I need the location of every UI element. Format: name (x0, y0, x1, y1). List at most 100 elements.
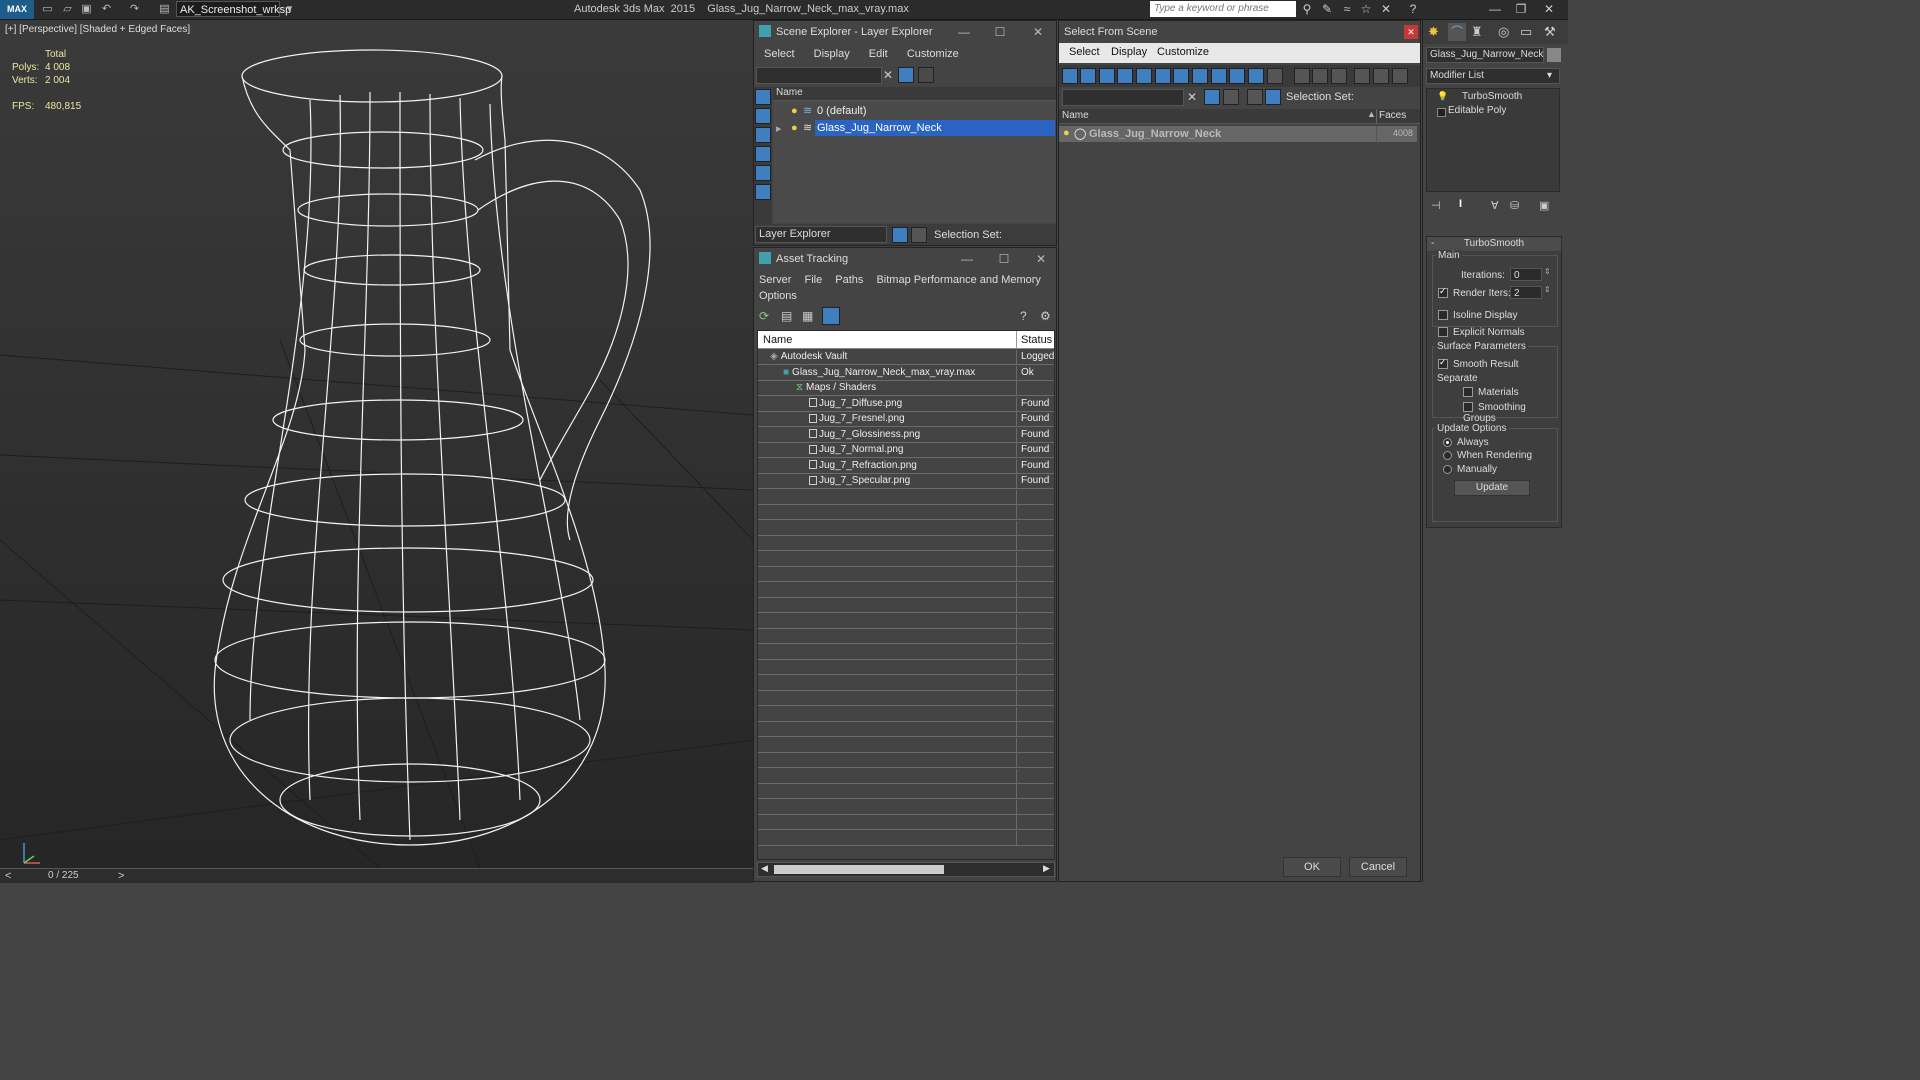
menu-select[interactable]: Select (764, 48, 795, 60)
table-row[interactable] (758, 567, 1054, 582)
motion-tab-icon[interactable]: ◎ (1498, 24, 1509, 40)
table-row[interactable] (758, 644, 1054, 660)
remove-modifier-icon[interactable]: ⛁ (1510, 199, 1519, 212)
scene-object-row[interactable]: ● ◯ Glass_Jug_Narrow_Neck 4008 (1059, 126, 1417, 142)
rollout-header[interactable]: - TurboSmooth (1427, 237, 1561, 251)
menu-display[interactable]: Display (1111, 46, 1147, 58)
lightbulb-icon[interactable]: ● (1063, 127, 1070, 139)
sort-icon[interactable] (1373, 68, 1389, 84)
table-row[interactable] (758, 722, 1054, 737)
time-slider[interactable]: < 0 / 225 > (0, 868, 753, 883)
maximize-icon[interactable]: ☐ (990, 21, 1010, 43)
layer-options-icon[interactable] (918, 67, 934, 83)
expand-all-icon[interactable] (1294, 68, 1310, 84)
hierarchy-mode-icon[interactable] (1265, 89, 1281, 105)
object-color-swatch[interactable] (1547, 48, 1561, 62)
ok-button[interactable]: OK (1283, 857, 1341, 877)
menu-server[interactable]: Server (759, 274, 791, 286)
spinner-arrows-icon[interactable]: ⇕ (1544, 285, 1551, 294)
display-lights-icon[interactable] (755, 127, 771, 143)
columns-icon[interactable] (1331, 68, 1347, 84)
table-row[interactable] (758, 536, 1054, 551)
table-row[interactable] (758, 629, 1054, 644)
modify-tab-icon[interactable]: ⌒ (1448, 23, 1466, 41)
display-xrefs-icon[interactable] (1248, 68, 1264, 84)
utilities-tab-icon[interactable]: ⚒ (1544, 24, 1556, 40)
render-iters-spinner[interactable]: 2 (1510, 286, 1542, 299)
layer-mode-icon[interactable] (1247, 89, 1263, 105)
clear-search-icon[interactable]: ✕ (1187, 90, 1197, 104)
filter-icon[interactable] (898, 67, 914, 83)
layer-row[interactable]: ● ≋ 0 (default) (773, 103, 1056, 119)
collapse-box-icon[interactable] (1437, 108, 1446, 117)
table-row[interactable] (758, 706, 1054, 722)
stack-item-turbosmooth[interactable]: 💡 TurboSmooth (1427, 91, 1559, 104)
col-name-header[interactable]: Name (1062, 110, 1089, 121)
table-row[interactable]: Jug_7_Fresnel.png Found (758, 412, 1054, 427)
create-tab-icon[interactable]: ✸ (1428, 24, 1439, 40)
dropdown-arrow-icon[interactable]: ▾ (1547, 69, 1552, 83)
menu-paths[interactable]: Paths (835, 274, 863, 286)
tools-icon[interactable]: ✎ (1319, 2, 1335, 17)
table-row[interactable] (758, 784, 1054, 799)
app-logo[interactable]: MAX (0, 0, 34, 19)
update-button[interactable]: Update (1454, 480, 1530, 496)
display-shapes-icon[interactable] (1136, 68, 1152, 84)
modifier-list-dropdown[interactable]: Modifier List ▾ (1426, 68, 1560, 84)
close-icon[interactable]: ✕ (1028, 21, 1048, 43)
menu-options[interactable]: Options (759, 290, 797, 302)
cancel-button[interactable]: Cancel (1349, 857, 1407, 877)
table-row[interactable] (758, 489, 1054, 505)
table-row[interactable] (758, 520, 1054, 536)
col-name-header[interactable]: Name (763, 334, 792, 346)
table-row[interactable] (758, 768, 1054, 784)
materials-checkbox[interactable]: Materials (1463, 387, 1519, 398)
table-row[interactable] (758, 737, 1054, 753)
hierarchy-icon[interactable] (911, 227, 927, 243)
collapse-all-icon[interactable] (1312, 68, 1328, 84)
find-options-icon[interactable] (1223, 89, 1239, 105)
binoculars-icon[interactable]: ⚲ (1299, 2, 1315, 17)
perspective-viewport[interactable]: [+] [Perspective] [Shaded + Edged Faces]… (0, 20, 753, 868)
explicit-normals-checkbox[interactable]: Explicit Normals (1438, 327, 1525, 338)
menu-bitmap-performance[interactable]: Bitmap Performance and Memory (876, 274, 1040, 286)
table-row[interactable] (758, 753, 1054, 768)
when-rendering-radio[interactable]: When Rendering (1443, 450, 1532, 461)
table-row[interactable] (758, 675, 1054, 691)
menu-customize[interactable]: Customize (907, 48, 959, 60)
maximize-icon[interactable]: ☐ (994, 248, 1014, 270)
viewport-label[interactable]: [+] [Perspective] [Shaded + Edged Faces] (5, 24, 190, 35)
close-icon[interactable]: ✕ (1031, 248, 1051, 270)
layer-row-selected[interactable]: ▸ ● ≋ Glass_Jug_Narrow_Neck (773, 120, 1056, 136)
table-row[interactable] (758, 582, 1054, 598)
scroll-right-icon[interactable]: ▶ (1043, 863, 1050, 874)
menu-customize[interactable]: Customize (1157, 46, 1209, 58)
layer-toggle-icon[interactable] (892, 227, 908, 243)
hierarchy-tab-icon[interactable]: ♜ (1471, 24, 1483, 40)
favorites-star-icon[interactable]: ☆ (1358, 2, 1374, 17)
next-frame-button[interactable]: > (118, 870, 124, 882)
clear-search-icon[interactable]: ✕ (883, 68, 893, 82)
table-row[interactable]: Jug_7_Refraction.png Found (758, 458, 1054, 474)
new-file-icon[interactable]: ▭ (40, 2, 55, 17)
options-icon[interactable] (1392, 68, 1408, 84)
table-row[interactable]: Jug_7_Diffuse.png Found (758, 396, 1054, 412)
table-row[interactable]: ■ Glass_Jug_Narrow_Neck_max_vray.max Ok (758, 365, 1054, 381)
minimize-icon[interactable]: — (1482, 0, 1508, 19)
always-radio[interactable]: Always (1443, 437, 1489, 448)
table-row[interactable] (758, 691, 1054, 706)
col-faces-header[interactable]: Faces (1379, 110, 1406, 121)
close-icon[interactable]: ✕ (1404, 25, 1418, 39)
subscription-icon[interactable]: ≈ (1339, 2, 1355, 17)
list-view-icon[interactable]: ▤ (781, 309, 792, 323)
table-row[interactable] (758, 815, 1054, 830)
save-file-icon[interactable]: ▣ (79, 2, 94, 17)
show-end-result-icon[interactable]: I (1459, 198, 1462, 210)
layer-search-field[interactable] (756, 67, 882, 84)
iterations-spinner[interactable]: 0 (1510, 268, 1542, 281)
workspace-arrow-icon[interactable]: ▾ (282, 2, 297, 17)
sort-ascending-icon[interactable]: ▲ (1367, 109, 1376, 119)
display-helpers-icon[interactable] (755, 165, 771, 181)
display-geometry-icon[interactable] (1117, 68, 1133, 84)
table-row[interactable] (758, 551, 1054, 567)
